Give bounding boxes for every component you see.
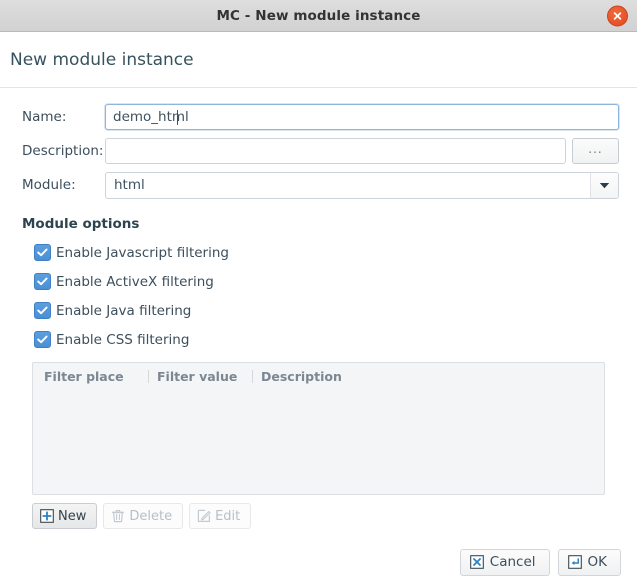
ok-label: OK [587,554,607,570]
page-title: New module instance [10,49,194,70]
description-browse-button[interactable]: ... [572,138,619,164]
checkbox-activex[interactable] [34,273,51,290]
pencil-icon [197,509,211,523]
cancel-label: Cancel [489,554,536,570]
checkbox-row-java[interactable]: Enable Java filtering [18,296,619,325]
module-select[interactable]: html [105,171,619,199]
name-field-wrap [105,104,619,130]
module-options-list: Enable Javascript filtering Enable Activ… [18,238,619,354]
column-separator [252,370,253,383]
module-select-value: html [114,177,145,193]
column-separator [148,370,149,383]
name-field-box [105,104,619,130]
enter-key-icon [567,555,582,569]
trash-icon [111,509,125,523]
close-icon [612,10,623,21]
checkbox-row-css[interactable]: Enable CSS filtering [18,325,619,354]
checkbox-label-activex: Enable ActiveX filtering [56,273,214,290]
new-filter-button[interactable]: New [32,503,98,529]
column-header-filter-value[interactable]: Filter value [148,369,252,384]
checkbox-row-javascript[interactable]: Enable Javascript filtering [18,238,619,267]
new-module-instance-dialog: MC - New module instance New module inst… [0,0,637,587]
delete-filter-label: Delete [129,508,173,524]
form-row-description: Description: ... [18,134,619,168]
module-field-wrap: html [105,171,619,199]
column-header-description[interactable]: Description [252,369,342,384]
filter-table-body[interactable] [33,390,604,494]
checkbox-label-java: Enable Java filtering [56,302,192,319]
edit-filter-label: Edit [215,508,241,524]
column-header-description-label: Description [261,369,342,384]
close-button[interactable] [607,5,628,26]
cancel-button[interactable]: Cancel [459,548,550,576]
checkbox-css[interactable] [34,331,51,348]
form-row-name: Name: [18,100,619,134]
description-label: Description: [22,143,104,159]
name-input[interactable] [105,104,619,130]
form-fields: Name: Description: ... [18,88,619,202]
delete-filter-button[interactable]: Delete [103,503,184,529]
ok-button[interactable]: OK [557,548,621,576]
column-header-filter-place[interactable]: Filter place [44,369,148,384]
cancel-x-icon [469,555,484,569]
checkbox-label-css: Enable CSS filtering [56,331,190,348]
checkbox-row-activex[interactable]: Enable ActiveX filtering [18,267,619,296]
filter-table[interactable]: Filter place Filter value Description [32,362,605,495]
checkbox-java[interactable] [34,302,51,319]
column-header-filter-place-label: Filter place [44,369,124,384]
dialog-content: Name: Description: ... [0,88,637,543]
module-options-title: Module options [22,216,140,232]
edit-filter-button[interactable]: Edit [189,503,252,529]
checkbox-label-javascript: Enable Javascript filtering [56,244,229,261]
description-field-wrap: ... [105,138,619,164]
text-caret [177,109,178,125]
title-bar: MC - New module instance [0,0,637,32]
module-label: Module: [22,177,76,193]
filter-table-header: Filter place Filter value Description [33,363,604,390]
chevron-down-icon[interactable] [590,172,618,198]
window-title: MC - New module instance [216,7,421,24]
filter-table-actions: New Delete Edit [32,503,619,529]
name-label: Name: [22,109,67,125]
new-filter-label: New [58,508,87,524]
dialog-footer: Cancel OK [0,543,637,587]
plus-box-icon [40,509,54,523]
checkbox-javascript[interactable] [34,244,51,261]
column-header-filter-value-label: Filter value [157,369,238,384]
form-row-module: Module: html [18,168,619,202]
page-heading: New module instance [0,32,637,88]
ellipsis-icon: ... [588,142,603,156]
description-input[interactable] [105,138,566,164]
